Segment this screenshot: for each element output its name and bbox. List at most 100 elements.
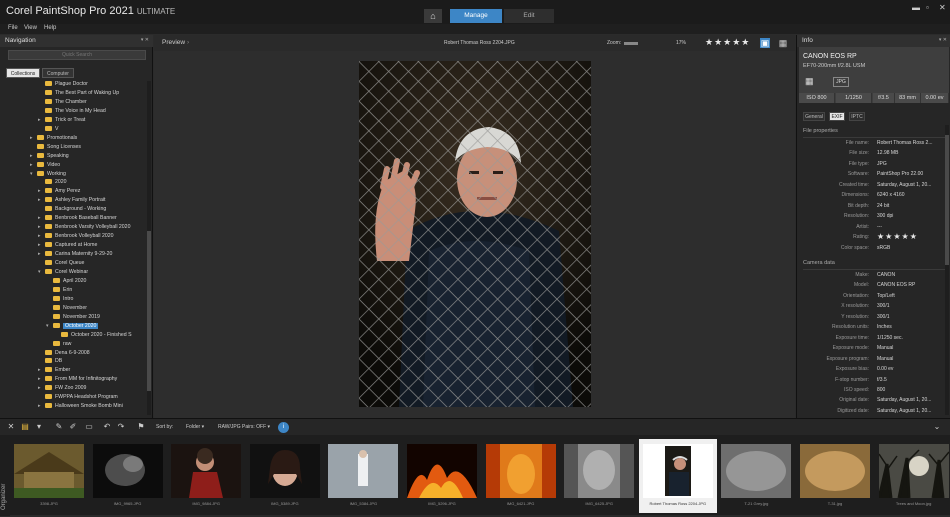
organizer-mode-icon[interactable]: ▤ xyxy=(20,422,30,432)
thumbnail[interactable]: IMG_9965.JPG xyxy=(89,439,167,513)
tree-item[interactable]: ▸ Benbrook Volleyball 2020 xyxy=(38,232,114,241)
minimize-icon[interactable]: ▬ xyxy=(912,3,920,12)
tree-item[interactable]: ▸ Promotionals xyxy=(30,134,77,143)
edit-brush-icon[interactable]: ✎ xyxy=(54,422,64,432)
expand-arrow-icon[interactable]: ▸ xyxy=(38,232,45,241)
raw-pairs-toggle[interactable]: RAW/JPG Pairs: OFF ▾ xyxy=(218,424,270,430)
tree-item[interactable]: ▾ Working xyxy=(30,170,66,179)
home-button[interactable]: ⌂ xyxy=(424,9,442,23)
zoom-slider[interactable] xyxy=(624,42,638,45)
tree-item[interactable]: ▾ Corel Webinar xyxy=(38,268,88,277)
thumbnail[interactable]: IMG_5389.JPG xyxy=(246,439,324,513)
tree-item[interactable]: October 2020 - Finished S xyxy=(54,331,132,340)
expand-arrow-icon[interactable]: ▸ xyxy=(38,116,45,125)
tree-item[interactable]: Song Licenses xyxy=(30,143,81,152)
tree-item[interactable]: DB xyxy=(38,357,62,366)
expand-arrow-icon[interactable]: ▾ xyxy=(38,268,45,277)
tree-item[interactable]: ▾ October 2020 xyxy=(46,322,99,331)
tree-item[interactable]: ▸ Amy Perez xyxy=(38,187,80,196)
expand-arrow-icon[interactable]: ▸ xyxy=(38,366,45,375)
display-mode-icon[interactable]: ▾ xyxy=(34,422,44,432)
tree-item[interactable]: ▸ From MM for Infinitography xyxy=(38,375,117,384)
expand-arrow-icon[interactable]: ▸ xyxy=(38,241,45,250)
tree-item[interactable]: Intro xyxy=(46,295,73,304)
quick-search-input[interactable] xyxy=(8,50,146,60)
expand-arrow-icon[interactable]: ▸ xyxy=(30,152,37,161)
tree-item[interactable]: Plague Doctor xyxy=(38,80,88,89)
thumbnail[interactable]: T-31.jpg xyxy=(796,439,874,513)
tree-item[interactable]: ▸ Carina Maternity 9-29-20 xyxy=(38,250,112,259)
pin-icon[interactable]: ✕ xyxy=(6,422,16,432)
thumbnail[interactable]: IMG_6425.JPG xyxy=(560,439,638,513)
tree-item[interactable]: 2020 xyxy=(38,178,67,187)
thumbnail[interactable]: IMG_5296.JPG xyxy=(403,439,481,513)
tab-exif[interactable]: EXIF xyxy=(829,112,845,121)
tree-item[interactable]: ▸ Trick or Treat xyxy=(38,116,85,125)
scrollbar-thumb[interactable] xyxy=(147,231,151,391)
close-icon[interactable]: ✕ xyxy=(939,3,946,12)
sort-by-select[interactable]: Folder ▾ xyxy=(186,424,204,430)
thumbnail[interactable]: T-21 Grey.jpg xyxy=(717,439,795,513)
thumbnail[interactable]: Trees and Moon.jpg xyxy=(875,439,950,513)
adjust-icon[interactable]: ✐ xyxy=(68,422,78,432)
tree-item[interactable]: FWPPA Headshot Program xyxy=(38,393,118,402)
tree-item[interactable]: ▸ Ember xyxy=(38,366,70,375)
tab-edit[interactable]: Edit xyxy=(504,9,554,23)
panel-controls-icon[interactable]: ▾ ✕ xyxy=(939,37,947,43)
panel-controls-icon[interactable]: ▾ ✕ xyxy=(141,37,149,43)
chevron-down-icon[interactable]: ⌄ xyxy=(932,422,942,432)
tree-item[interactable]: ▸ Benbrook Varsity Volleyball 2020 xyxy=(38,223,130,232)
chevron-right-icon[interactable]: › xyxy=(187,39,189,46)
scrollbar-thumb[interactable] xyxy=(945,135,949,265)
rotate-right-icon[interactable]: ↷ xyxy=(116,422,126,432)
tree-item[interactable]: The Voice in My Head xyxy=(38,107,106,116)
expand-arrow-icon[interactable]: ▸ xyxy=(30,134,37,143)
menu-file[interactable]: File xyxy=(8,25,18,31)
tree-item[interactable]: Dena 6-9-2008 xyxy=(38,349,90,358)
expand-arrow-icon[interactable]: ▸ xyxy=(30,161,37,170)
tab-iptc[interactable]: IPTC xyxy=(849,112,865,121)
tree-item[interactable]: April 2020 xyxy=(46,277,86,286)
expand-arrow-icon[interactable]: ▸ xyxy=(38,214,45,223)
menu-view[interactable]: View xyxy=(24,25,37,31)
menu-help[interactable]: Help xyxy=(44,25,56,31)
expand-arrow-icon[interactable]: ▸ xyxy=(38,223,45,232)
tree-item[interactable]: Erin xyxy=(46,286,72,295)
thumbnail[interactable]: Robert Thomas Ross 2204.JPG xyxy=(638,439,717,513)
tree-item[interactable]: November 2019 xyxy=(46,313,100,322)
rating-stars[interactable]: ★★★★★ xyxy=(705,37,750,48)
tab-general[interactable]: General xyxy=(803,112,825,121)
tree-item[interactable]: V xyxy=(38,125,58,134)
single-view-icon[interactable]: ▣ xyxy=(760,38,770,48)
info-icon[interactable]: i xyxy=(278,422,289,433)
thumbnail[interactable]: 3398.JPG xyxy=(10,439,88,513)
expand-arrow-icon[interactable]: ▸ xyxy=(38,384,45,393)
tag-icon[interactable]: ⚑ xyxy=(136,422,146,432)
rating-stars[interactable]: ★★★★★ xyxy=(877,232,918,242)
thumbnail[interactable]: IMG_9884.JPG xyxy=(167,439,245,513)
tree-item[interactable]: ▸ Benbrook Baseball Banner xyxy=(38,214,117,223)
grid-view-icon[interactable]: ▦ xyxy=(778,38,788,48)
tree-item[interactable]: raw xyxy=(46,340,71,349)
tree-item[interactable]: November xyxy=(46,304,87,313)
expand-arrow-icon[interactable]: ▸ xyxy=(38,187,45,196)
expand-arrow-icon[interactable]: ▸ xyxy=(38,375,45,384)
tree-item[interactable]: The Chamber xyxy=(38,98,87,107)
tree-item[interactable]: ▸ Halloween Smoke Bomb Mini xyxy=(38,402,123,411)
maximize-icon[interactable]: ▫ xyxy=(926,3,929,12)
tree-item[interactable]: ▸ Speaking xyxy=(30,152,69,161)
tree-item[interactable]: Background - Working xyxy=(38,205,106,214)
expand-arrow-icon[interactable]: ▸ xyxy=(38,402,45,411)
tab-collections[interactable]: Collections xyxy=(6,68,40,78)
navigation-scrollbar[interactable] xyxy=(147,81,151,415)
tree-item[interactable]: The Best Part of Waking Up xyxy=(38,89,119,98)
info-scrollbar[interactable] xyxy=(945,125,949,415)
print-icon[interactable]: ▭ xyxy=(84,422,94,432)
tab-computer[interactable]: Computer xyxy=(42,68,74,78)
tree-item[interactable]: ▸ Video xyxy=(30,161,60,170)
rotate-left-icon[interactable]: ↶ xyxy=(102,422,112,432)
tree-item[interactable]: ▸ FW Zoo 2009 xyxy=(38,384,86,393)
expand-arrow-icon[interactable]: ▸ xyxy=(38,250,45,259)
expand-arrow-icon[interactable]: ▾ xyxy=(46,322,53,331)
expand-arrow-icon[interactable]: ▸ xyxy=(38,196,45,205)
